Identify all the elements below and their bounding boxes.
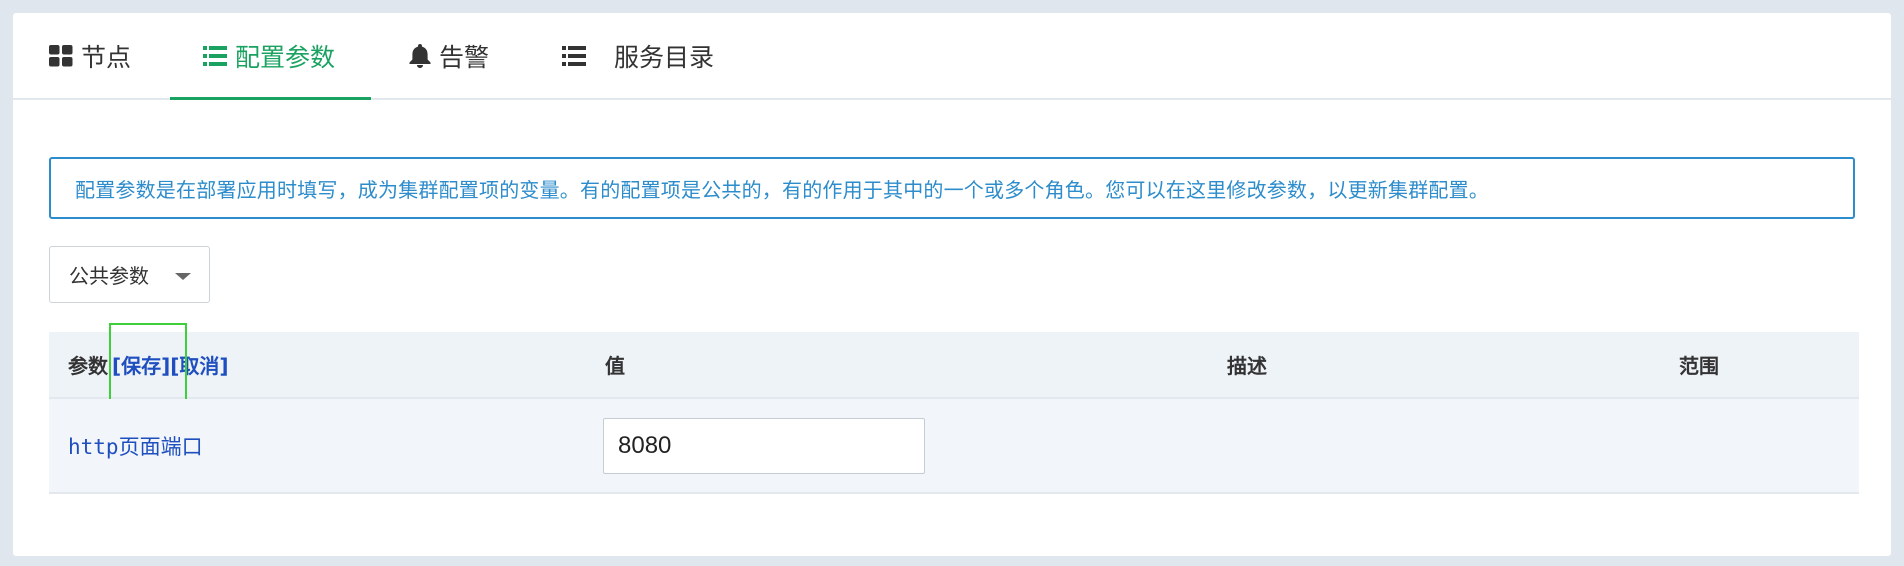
header-param: 参数 [保存] [取消] xyxy=(68,332,229,397)
tab-bar: 节点 配置参数 告警 服务目录 xyxy=(13,13,1891,100)
tab-label: 节点 xyxy=(81,42,132,72)
header-value: 值 xyxy=(605,354,625,378)
tab-label: 告警 xyxy=(439,42,490,72)
tab-service-catalog[interactable]: 服务目录 xyxy=(562,13,714,98)
tab-alerts[interactable]: 告警 xyxy=(409,13,489,98)
tab-nodes[interactable]: 节点 xyxy=(49,13,131,98)
caret-down-icon xyxy=(175,273,191,280)
tab-config-params[interactable]: 配置参数 xyxy=(169,13,372,100)
header-param-label: 参数 xyxy=(68,354,108,378)
cancel-button[interactable]: [取消] xyxy=(170,350,228,379)
tab-label: 服务目录 xyxy=(614,42,715,72)
param-value-input[interactable] xyxy=(603,418,925,474)
alert-text: 配置参数是在部署应用时填写，成为集群配置项的变量。有的配置项是公共的，有的作用于… xyxy=(75,177,1489,202)
grid-icon xyxy=(49,44,73,67)
table-row: http页面端口 xyxy=(49,399,1859,494)
main-panel: 节点 配置参数 告警 服务目录 配置参数是在部署应用时填写，成为集群配置项的变量… xyxy=(13,13,1891,556)
save-button[interactable]: [保存] xyxy=(112,350,170,379)
table-header: 参数 [保存] [取消] 值 描述 范围 xyxy=(49,323,1859,403)
bell-icon xyxy=(409,43,431,68)
header-scope: 范围 xyxy=(1679,354,1719,378)
info-alert: 配置参数是在部署应用时填写，成为集群配置项的变量。有的配置项是公共的，有的作用于… xyxy=(49,157,1855,219)
list-icon xyxy=(562,45,586,66)
tab-label: 配置参数 xyxy=(235,42,336,72)
param-name: http页面端口 xyxy=(68,399,203,492)
params-table: 参数 [保存] [取消] 值 描述 范围 http页面端口 xyxy=(49,323,1859,494)
param-name-text: http页面端口 xyxy=(68,434,203,459)
scope-select-value: 公共参数 xyxy=(69,264,149,288)
list-icon xyxy=(203,45,227,66)
header-description: 描述 xyxy=(1227,354,1267,378)
scope-select[interactable]: 公共参数 xyxy=(49,246,210,303)
